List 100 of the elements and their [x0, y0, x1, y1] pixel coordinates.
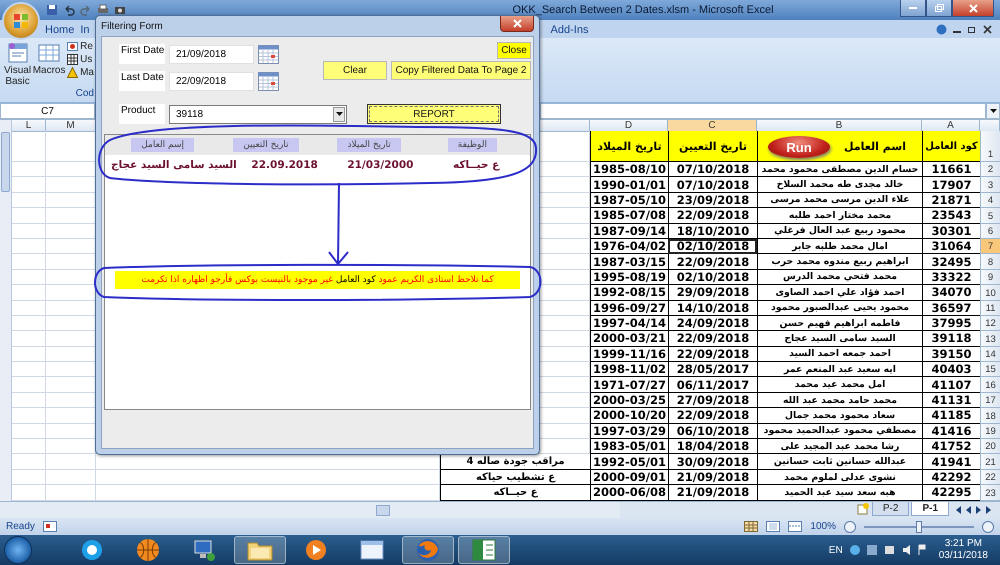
zoom-out-button[interactable]	[844, 520, 856, 532]
close-button[interactable]	[500, 16, 534, 32]
scroll-thumb[interactable]	[376, 504, 390, 516]
sheet-cell[interactable]	[12, 331, 46, 347]
column-header[interactable]: D	[590, 120, 668, 132]
sheet-cell[interactable]	[12, 192, 46, 208]
table-cell[interactable]: 02/10/2018	[668, 238, 757, 254]
sheet-cell[interactable]	[46, 454, 96, 470]
macro-record-icon[interactable]	[42, 521, 57, 532]
sheet-cell[interactable]	[12, 131, 46, 162]
table-cell[interactable]: 29/09/2018	[668, 285, 757, 301]
sheet-cell[interactable]	[46, 470, 96, 486]
table-cell[interactable]: 07/10/2018	[668, 177, 757, 193]
sheet-cell[interactable]	[12, 362, 46, 378]
save-icon[interactable]	[46, 4, 58, 16]
sheet-cell[interactable]	[12, 208, 46, 224]
expand-button[interactable]	[986, 103, 1000, 119]
table-cell[interactable]: 14/10/2018	[668, 300, 757, 316]
sheet-cell[interactable]	[12, 270, 46, 286]
table-cell[interactable]: 07/10/2018	[668, 162, 757, 178]
sheet-cell[interactable]	[12, 177, 46, 193]
table-cell[interactable]: 22/09/2018	[668, 408, 757, 424]
spreadsheet-icon[interactable]	[472, 539, 496, 561]
ribbon-button[interactable]: Re	[67, 41, 94, 52]
start-button[interactable]	[4, 536, 32, 564]
sheet-cell[interactable]	[12, 454, 46, 470]
table-cell[interactable]: 28/05/2017	[668, 362, 757, 378]
scroll-thumb[interactable]	[1, 132, 10, 192]
vertical-scrollbar[interactable]	[0, 120, 12, 501]
column-header[interactable]: C	[668, 120, 757, 132]
table-cell[interactable]: 30/09/2018	[668, 454, 757, 470]
language-indicator[interactable]: EN	[828, 544, 843, 556]
undo-icon[interactable]	[63, 4, 75, 16]
list-cell[interactable]: ع حيــاكه	[452, 159, 500, 171]
page-break-icon[interactable]	[788, 521, 802, 532]
table-cell[interactable]: 21/09/2018	[668, 485, 757, 501]
computer-icon[interactable]	[192, 538, 216, 562]
list-cell[interactable]: السيد سامى السيد عجاج	[111, 159, 237, 171]
ribbon-button[interactable]: Macros	[34, 41, 64, 88]
sheet-cell[interactable]	[12, 316, 46, 332]
slider-thumb[interactable]	[916, 520, 922, 532]
table-cell[interactable]: 24/09/2018	[668, 316, 757, 332]
product-dropdown[interactable]: 39118	[169, 104, 347, 124]
sheet-cell[interactable]	[12, 392, 46, 408]
ball-icon[interactable]	[136, 538, 160, 562]
print-icon[interactable]	[97, 4, 109, 16]
table-cell[interactable]: 06/10/2018	[668, 424, 757, 440]
table-cell[interactable]: 18/04/2018	[668, 439, 757, 454]
formula-input[interactable]	[540, 103, 986, 119]
sheet-cell[interactable]	[12, 346, 46, 362]
sheet-cell[interactable]	[96, 470, 440, 486]
browser-icon[interactable]	[416, 538, 440, 562]
restore-icon[interactable]	[968, 24, 977, 34]
play-icon[interactable]	[305, 539, 327, 561]
table-cell[interactable]: 27/09/2018	[668, 392, 757, 408]
maximize-button[interactable]	[926, 0, 952, 17]
normal-view-icon[interactable]	[744, 521, 758, 532]
table-cell[interactable]: 02/10/2018	[668, 270, 757, 286]
sheet-tab[interactable]: P-1	[911, 502, 949, 516]
sheet-cell[interactable]	[12, 424, 46, 440]
list-cell[interactable]: 22.09.2018	[251, 159, 318, 171]
window-icon[interactable]	[360, 539, 384, 561]
ribbon-button[interactable]: Ma	[67, 67, 94, 78]
table-cell[interactable]: 18/10/2010	[668, 224, 757, 239]
table-cell[interactable]: 23/09/2018	[668, 192, 757, 208]
sheet-cell[interactable]	[12, 285, 46, 301]
table-cell[interactable]: 06/11/2017	[668, 377, 757, 393]
report-button[interactable]: REPORT	[367, 104, 501, 124]
close-button[interactable]: Close	[497, 42, 531, 59]
ribbon-button[interactable]: Visual Basic	[4, 41, 32, 88]
sheet-cell[interactable]	[12, 254, 46, 270]
ribbon-button[interactable]: Us	[67, 54, 94, 65]
table-cell[interactable]: 22/09/2018	[668, 208, 757, 224]
ribbon-tab[interactable]: In	[77, 22, 93, 38]
minimize-button[interactable]	[900, 0, 926, 17]
redo-icon[interactable]	[80, 4, 92, 16]
column-header[interactable]: M	[46, 120, 96, 132]
sheet-tab[interactable]: P-2	[872, 502, 910, 516]
close-button[interactable]	[952, 0, 994, 17]
sheet-cell[interactable]	[12, 377, 46, 393]
column-header[interactable]: B	[757, 120, 922, 132]
insert-sheet-icon[interactable]	[856, 502, 870, 516]
list-cell[interactable]: 21/03/2000	[347, 159, 414, 171]
page-layout-icon[interactable]	[766, 521, 780, 532]
calendar-icon[interactable]	[258, 44, 279, 64]
column-header[interactable]: L	[12, 120, 46, 132]
sheet-cell[interactable]	[12, 408, 46, 424]
help-icon[interactable]	[936, 24, 947, 34]
table-cell[interactable]: 21/09/2018	[668, 470, 757, 486]
sheet-cell[interactable]	[12, 162, 46, 178]
calendar-icon[interactable]	[258, 72, 279, 90]
copy-button[interactable]: Copy Filtered Data To Page 2	[391, 61, 531, 80]
date-field[interactable]: 21/09/2018	[169, 44, 254, 64]
camera-icon[interactable]	[114, 4, 126, 16]
date-field[interactable]: 22/09/2018	[169, 72, 254, 90]
ribbon-tab[interactable]: Add-Ins	[548, 22, 592, 38]
table-cell[interactable]: 22/09/2018	[668, 254, 757, 270]
name-box[interactable]: C7	[0, 103, 95, 119]
sheet-cell[interactable]	[12, 300, 46, 316]
close-icon[interactable]	[983, 24, 992, 34]
